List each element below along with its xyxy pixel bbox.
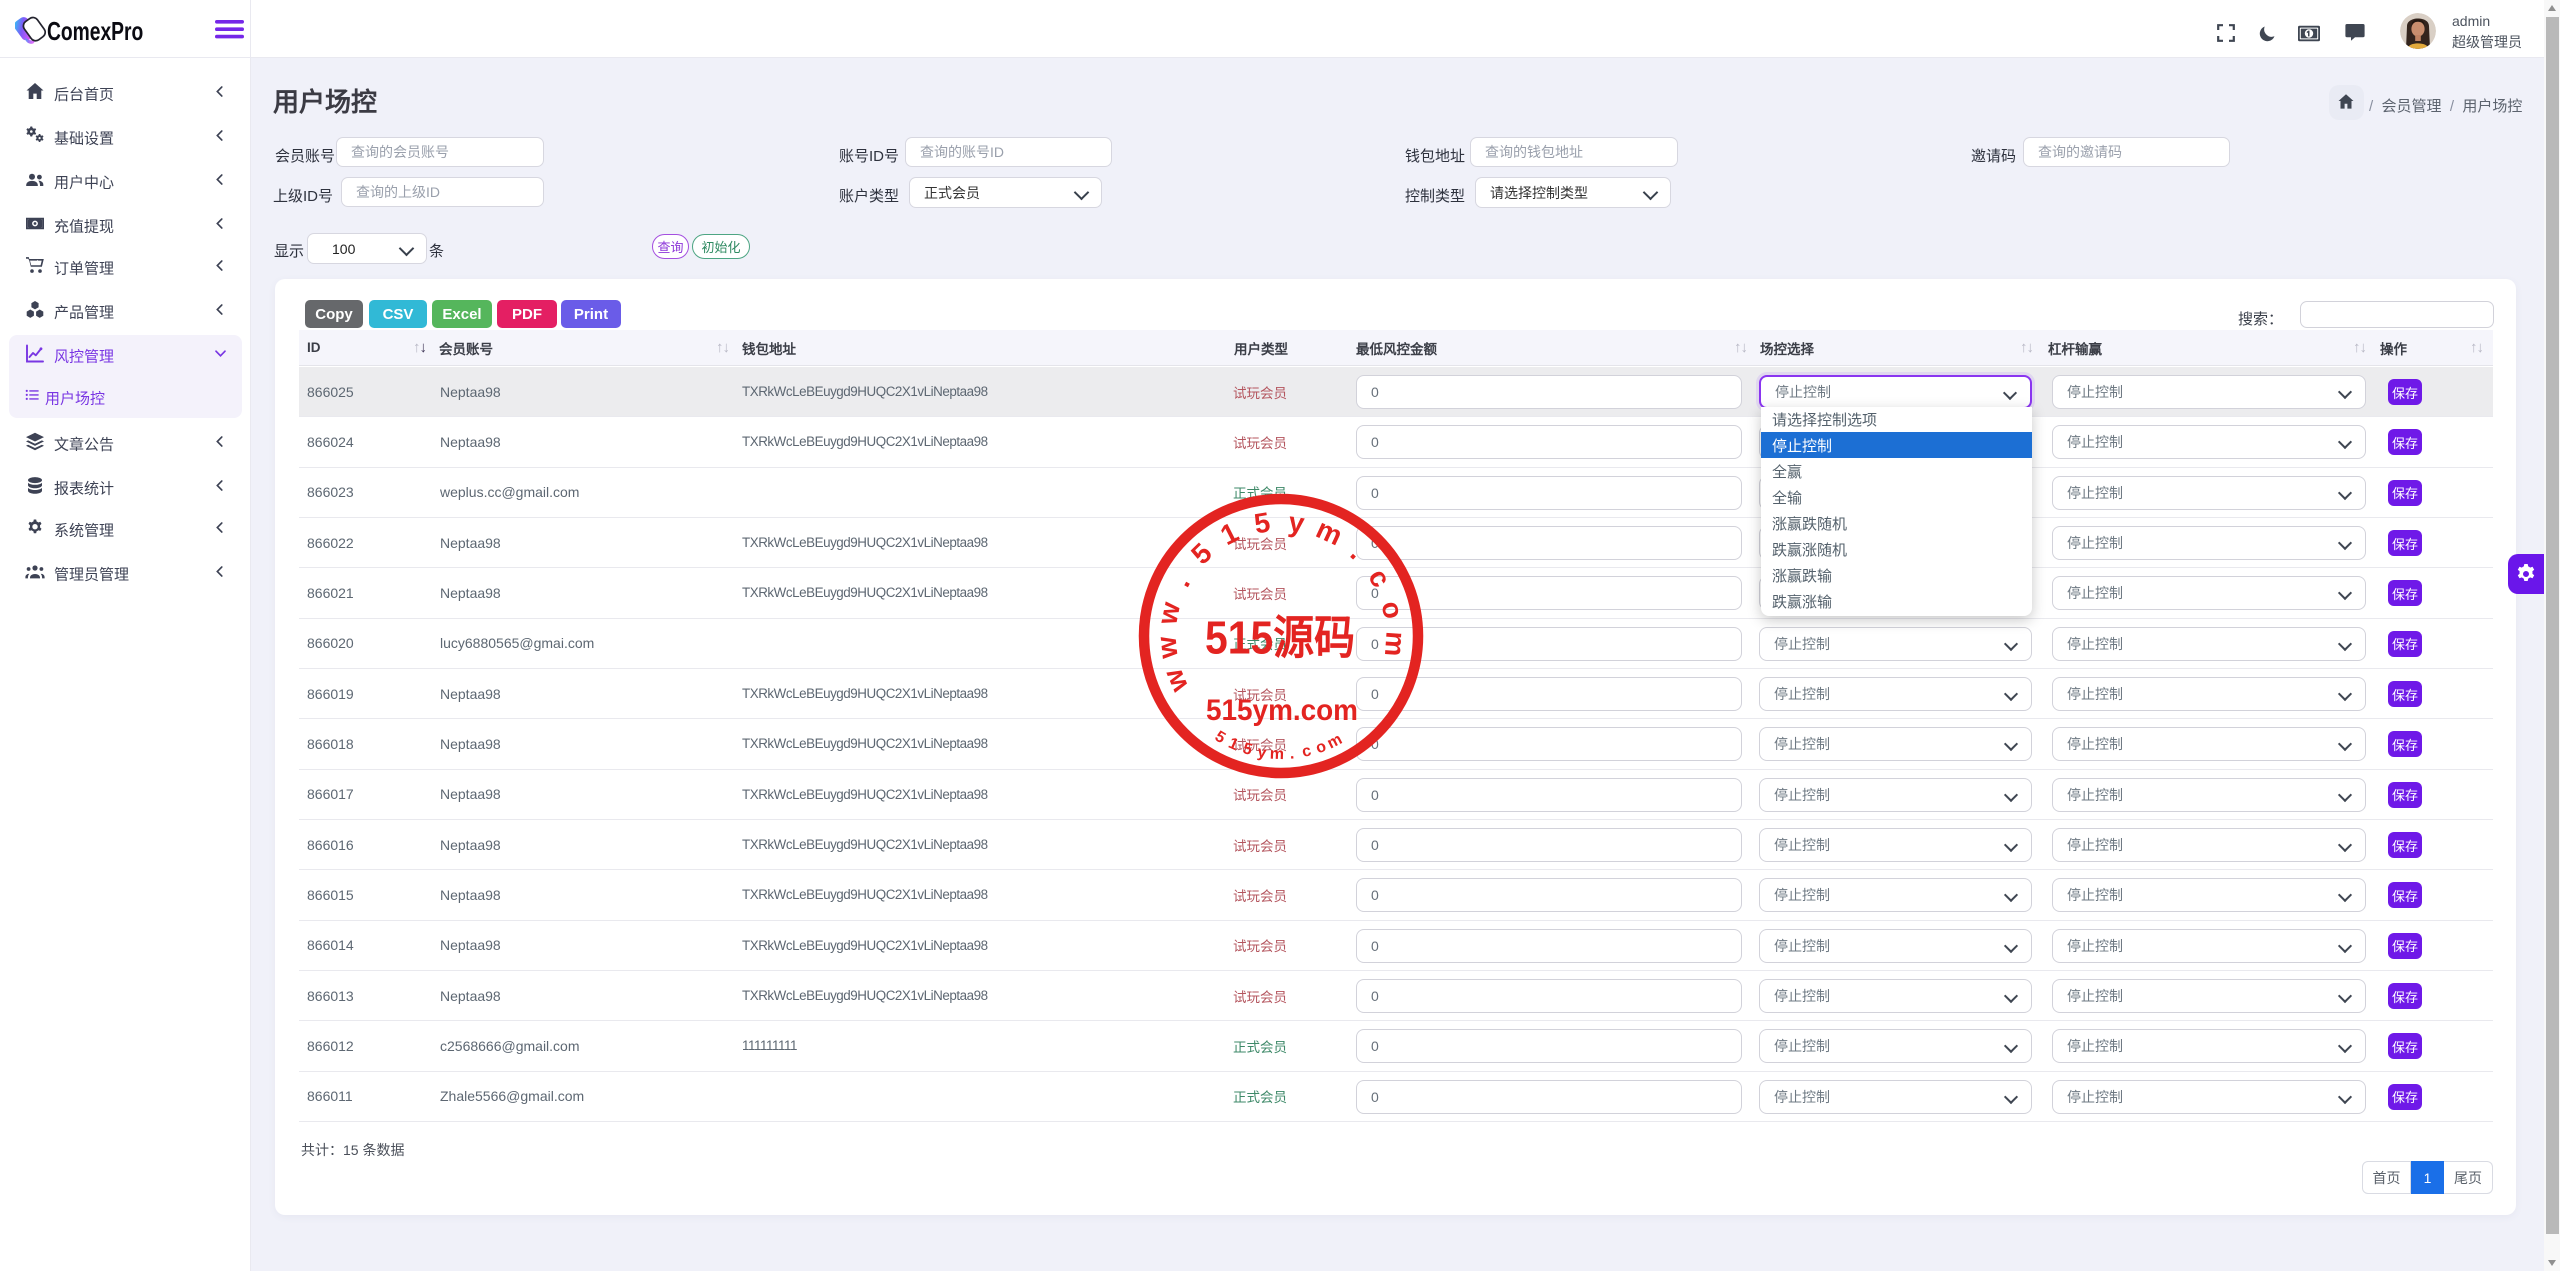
svg-text:o: o [1375, 598, 1409, 622]
svg-text:5: 5 [1252, 506, 1272, 539]
svg-text:515源码: 515源码 [1205, 612, 1355, 664]
svg-text:c: c [1300, 742, 1312, 761]
svg-text:.: . [1165, 570, 1196, 592]
svg-text:5: 5 [1241, 740, 1254, 759]
svg-text:1: 1 [1226, 735, 1241, 754]
svg-text:.: . [1345, 537, 1372, 565]
svg-text:m: m [1379, 630, 1412, 657]
svg-text:.: . [1289, 745, 1295, 762]
svg-text:w: w [1151, 635, 1184, 661]
svg-text:w: w [1157, 664, 1195, 697]
svg-text:c: c [1362, 563, 1397, 592]
svg-text:w: w [1151, 599, 1186, 628]
svg-text:m: m [1325, 731, 1345, 753]
svg-text:y: y [1256, 744, 1268, 762]
svg-text:515ym.com: 515ym.com [1206, 694, 1358, 727]
svg-text:5: 5 [1185, 537, 1218, 570]
svg-text:m: m [1269, 746, 1284, 763]
svg-text:y: y [1287, 506, 1307, 539]
svg-text:1: 1 [1215, 516, 1243, 551]
svg-text:5: 5 [1212, 728, 1228, 747]
